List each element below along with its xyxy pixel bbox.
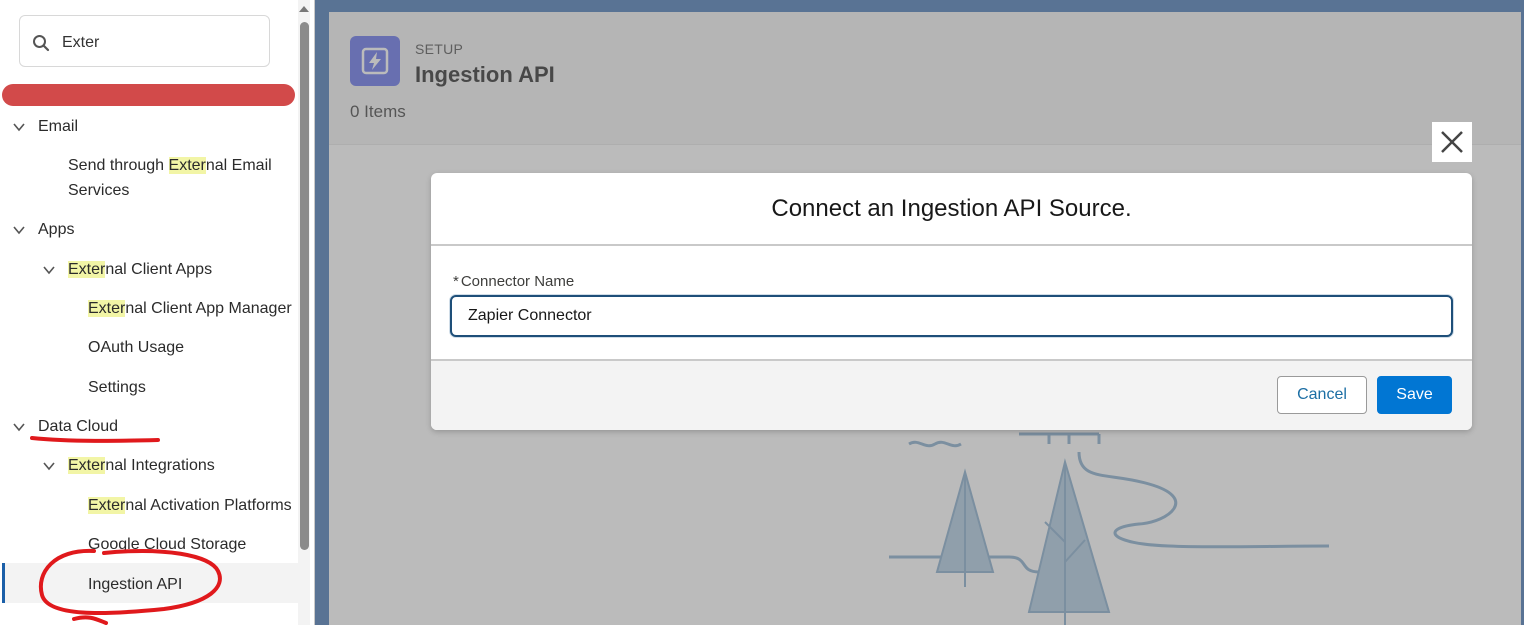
sidebar-scrollbar-thumb[interactable] [300,22,309,550]
search-icon [33,35,50,52]
label-suffix: nal Integrations [105,457,215,474]
save-button[interactable]: Save [1377,376,1452,414]
tree-item-external-client-app-manager[interactable]: External Client App Manager [88,296,292,321]
field-label-text: Connector Name [460,273,575,290]
redacted-annotation [2,84,295,106]
tree-item-send-through-external-email[interactable]: Send through External Email Services [68,153,288,203]
search-highlight: Exter [68,261,106,278]
tree-item-external-activation-platforms[interactable]: External Activation Platforms [88,493,292,518]
tree-item-settings[interactable]: Settings [88,375,146,400]
required-marker: * [453,273,459,290]
label-suffix: nal Client Apps [105,261,213,278]
tree-item-external-integrations[interactable]: External Integrations [68,453,215,478]
chevron-down-icon[interactable] [12,223,26,237]
cancel-button[interactable]: Cancel [1277,376,1367,414]
quick-find-box[interactable] [19,15,270,67]
scroll-up-arrow-icon[interactable] [298,4,310,14]
red-underline-annotation [30,436,160,443]
close-icon [1441,131,1463,153]
modal-title: Connect an Ingestion API Source. [771,194,1132,222]
quick-find-input[interactable] [60,28,264,58]
tree-item-external-client-apps[interactable]: External Client Apps [68,257,212,282]
tree-item-oauth-usage[interactable]: OAuth Usage [88,335,184,360]
search-highlight: Exter [68,457,106,474]
search-highlight: Exter [88,497,126,514]
chevron-down-icon[interactable] [12,420,26,434]
chevron-down-icon[interactable] [42,263,56,277]
chevron-down-icon[interactable] [12,120,26,134]
close-modal-button[interactable] [1432,122,1472,162]
connector-name-label: * Connector Name [453,273,574,290]
setup-sidebar: Email Send through External Email Servic… [0,0,315,625]
red-circle-annotation [38,548,222,625]
label-prefix: Send through [68,157,169,174]
tree-item-email[interactable]: Email [38,114,78,139]
search-highlight: Exter [168,157,206,174]
search-highlight: Exter [88,300,126,317]
label-suffix: nal Client App Manager [125,300,292,317]
tree-item-apps[interactable]: Apps [38,217,74,242]
chevron-down-icon[interactable] [42,459,56,473]
connector-name-input[interactable] [450,295,1453,337]
modal-header: Connect an Ingestion API Source. [431,173,1472,246]
label-suffix: nal Activation Platforms [125,497,292,514]
connect-source-modal: Connect an Ingestion API Source. * Connec… [431,173,1472,430]
